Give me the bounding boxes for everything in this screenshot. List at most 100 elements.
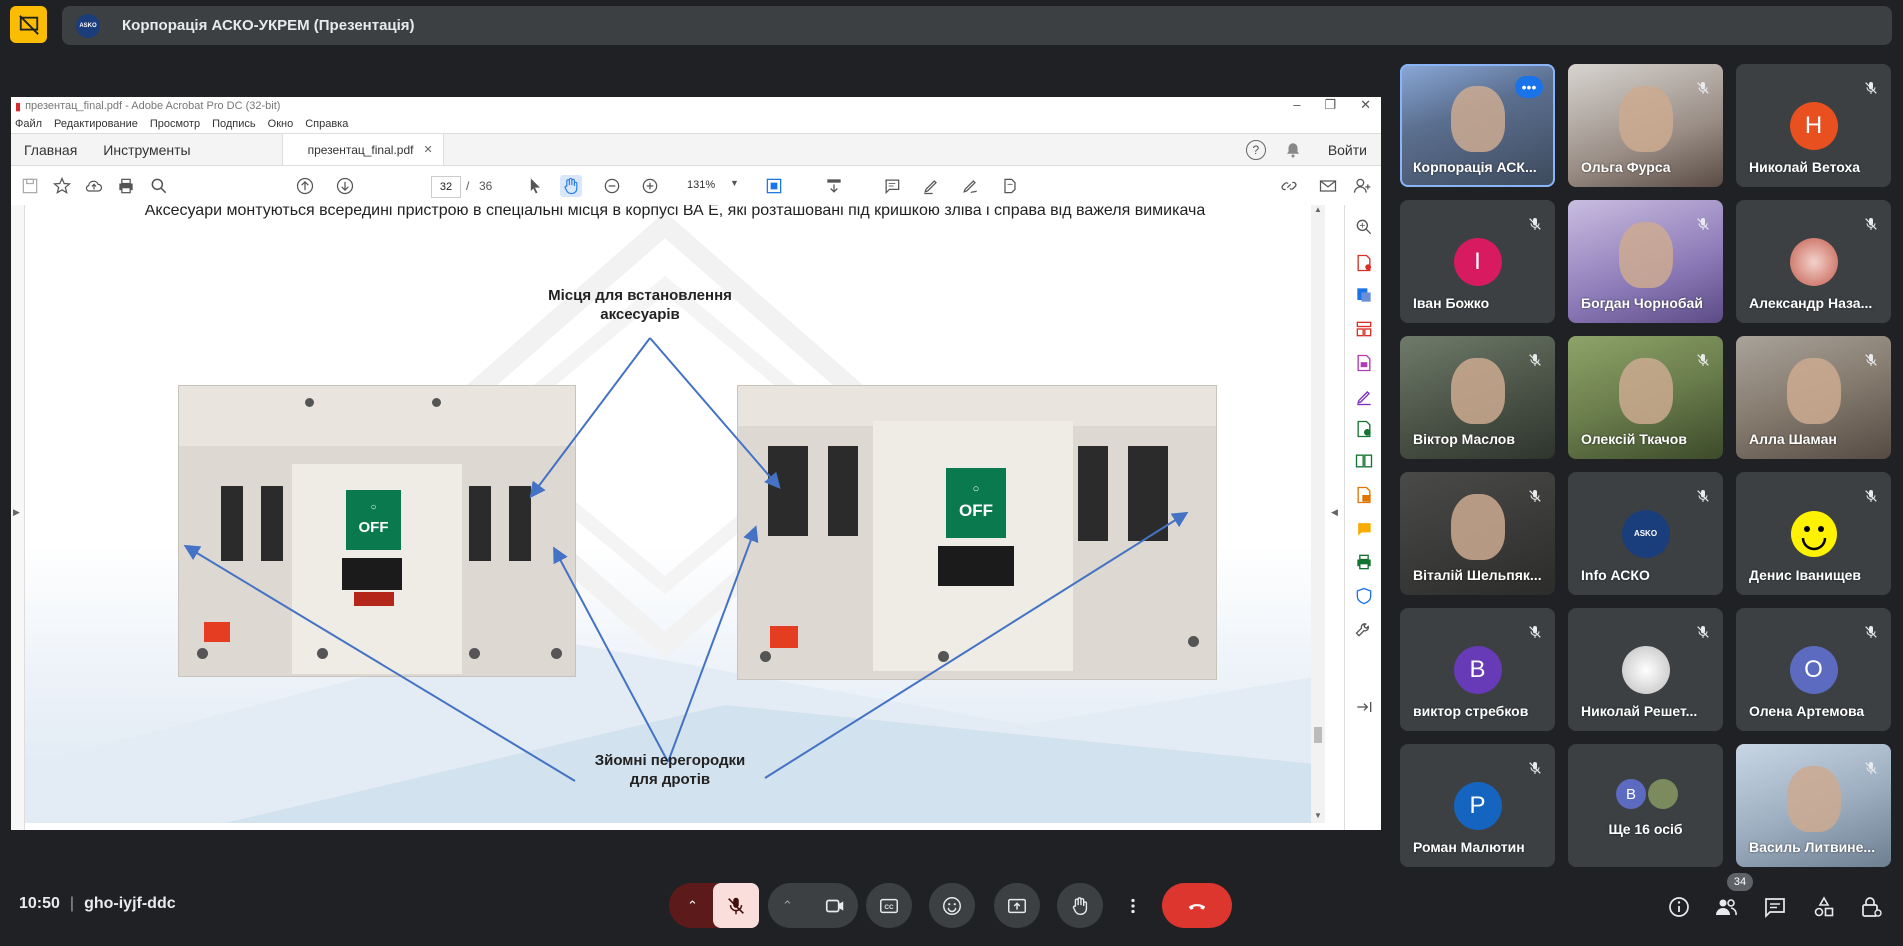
fill-sign-icon[interactable] [1354, 387, 1374, 407]
menu-view[interactable]: Просмотр [150, 118, 200, 130]
participant-video [1618, 222, 1673, 288]
highlight-pen-icon[interactable] [920, 175, 942, 197]
organize-pages-icon[interactable] [1354, 319, 1374, 339]
fit-page-icon[interactable] [763, 175, 785, 197]
sign-icon[interactable] [959, 175, 981, 197]
participant-tile[interactable]: Василь Литвине... [1736, 744, 1891, 867]
participant-tile[interactable]: Александр Наза... [1736, 200, 1891, 323]
participant-tile[interactable]: Віктор Маслов [1400, 336, 1555, 459]
host-controls-lock-icon[interactable] [1859, 895, 1883, 919]
collapse-right-panel-icon[interactable]: ◀ [1331, 507, 1338, 518]
zoom-level[interactable]: 131% [687, 179, 715, 191]
sign-in-button[interactable]: Войти [1328, 142, 1367, 158]
presentation-icon[interactable] [10, 6, 47, 43]
print-production-icon[interactable] [1354, 552, 1374, 572]
meeting-title: Корпорація АСКО-УКРЕМ (Презентація) [122, 17, 415, 34]
captions-button[interactable]: CC [866, 883, 912, 928]
tab-close-icon[interactable]: ✕ [423, 143, 432, 156]
restore-icon[interactable]: ❐ [1324, 97, 1336, 113]
reactions-button[interactable] [929, 883, 975, 928]
compare-files-icon[interactable] [1354, 451, 1374, 471]
export-pdf-icon[interactable] [1354, 253, 1374, 273]
participant-name: Ольга Фурса [1581, 159, 1671, 175]
email-icon[interactable] [1317, 175, 1339, 197]
menu-window[interactable]: Окно [268, 118, 294, 130]
participant-tile[interactable]: Алла Шаман [1736, 336, 1891, 459]
menu-help[interactable]: Справка [305, 118, 348, 130]
scan-ocr-icon[interactable] [1354, 485, 1374, 505]
raise-hand-button[interactable] [1057, 883, 1103, 928]
participant-tile[interactable]: О Олена Артемова [1736, 608, 1891, 731]
tab-document[interactable]: презентац_final.pdf ✕ [281, 133, 444, 165]
zoom-out-icon[interactable] [601, 175, 623, 197]
star-icon[interactable] [51, 175, 73, 197]
select-pointer-icon[interactable] [524, 175, 546, 197]
create-pdf-icon[interactable] [1354, 353, 1374, 373]
print-icon[interactable] [115, 175, 137, 197]
menu-sign[interactable]: Подпись [212, 118, 256, 130]
mic-options-chevron-icon[interactable]: ⌃ [687, 898, 698, 914]
camera-options-chevron-icon[interactable]: ⌃ [782, 898, 793, 914]
participant-tile[interactable]: І Іван Божко [1400, 200, 1555, 323]
people-icon[interactable] [1714, 895, 1738, 919]
participant-tile[interactable]: Богдан Чорнобай [1568, 200, 1723, 323]
menu-file[interactable]: Файл [15, 118, 42, 130]
participant-tile[interactable]: Николай Решет... [1568, 608, 1723, 731]
link-icon[interactable] [1278, 175, 1300, 197]
participant-tile[interactable]: Ольга Фурса [1568, 64, 1723, 187]
hand-tool-icon[interactable] [560, 175, 582, 197]
mic-toggle-button[interactable] [713, 883, 759, 928]
more-tools-icon[interactable] [1354, 619, 1374, 639]
close-icon[interactable]: ✕ [1360, 97, 1371, 113]
chat-icon[interactable] [1763, 895, 1787, 919]
scroll-down-icon[interactable]: ▼ [1314, 811, 1322, 820]
participant-tile[interactable]: Р Роман Малютин [1400, 744, 1555, 867]
scroll-up-icon[interactable]: ▲ [1314, 205, 1322, 214]
tile-options-icon[interactable]: ••• [1515, 76, 1543, 98]
more-options-button[interactable] [1110, 883, 1156, 928]
next-page-icon[interactable] [334, 175, 356, 197]
participant-tile[interactable]: Віталій Шельпяк... [1400, 472, 1555, 595]
comment-icon[interactable] [881, 175, 903, 197]
left-panel-toggle[interactable]: ▶ [11, 205, 25, 830]
share-user-icon[interactable] [1351, 175, 1373, 197]
vertical-scrollbar[interactable]: ▲ ▼ [1311, 205, 1325, 823]
zoom-in-icon[interactable] [639, 175, 661, 197]
minimize-icon[interactable]: – [1293, 97, 1300, 113]
menu-edit[interactable]: Редактирование [54, 118, 138, 130]
notification-bell-icon[interactable] [1284, 141, 1302, 159]
participant-tile[interactable]: ••• Корпорація АСК... [1400, 64, 1555, 187]
participant-tile[interactable]: Олексій Ткачов [1568, 336, 1723, 459]
comment-tool-icon[interactable] [1354, 519, 1374, 539]
send-review-icon[interactable] [1354, 419, 1374, 439]
search-icon[interactable] [148, 175, 170, 197]
cloud-upload-icon[interactable] [83, 175, 105, 197]
participant-tile[interactable]: Ввиктор стребков [1400, 608, 1555, 731]
participant-tile[interactable]: Н Николай Ветоха [1736, 64, 1891, 187]
scrollbar-thumb[interactable] [1314, 727, 1322, 743]
edit-pdf-icon[interactable] [1354, 285, 1374, 305]
leave-call-button[interactable] [1162, 883, 1232, 928]
mic-control-group: ⌃ [669, 883, 759, 928]
protect-shield-icon[interactable] [1354, 586, 1374, 606]
participant-name: Info АСКО [1581, 567, 1650, 583]
expand-left-icon[interactable]: ▶ [13, 507, 20, 518]
zoom-dropdown-icon[interactable]: ▼ [730, 178, 739, 188]
stamp-icon[interactable] [999, 175, 1021, 197]
camera-toggle-button[interactable] [812, 883, 858, 928]
tab-tools[interactable]: Инструменты [90, 142, 203, 165]
activities-icon[interactable] [1812, 895, 1836, 919]
present-screen-button[interactable] [994, 883, 1040, 928]
page-number-input[interactable]: 32 [431, 176, 461, 198]
expand-panel-icon[interactable] [1354, 697, 1374, 717]
help-icon[interactable]: ? [1245, 140, 1266, 160]
participant-tile[interactable]: Денис Іванищев [1736, 472, 1891, 595]
participant-tile[interactable]: ASKO Info АСКО [1568, 472, 1723, 595]
participant-tile[interactable]: В Ще 16 осіб [1568, 744, 1723, 867]
save-icon[interactable] [19, 175, 41, 197]
scroll-mode-icon[interactable] [823, 175, 845, 197]
previous-page-icon[interactable] [294, 175, 316, 197]
meeting-info-icon[interactable] [1667, 895, 1691, 919]
zoom-tool-icon[interactable] [1354, 217, 1374, 237]
tab-home[interactable]: Главная [11, 142, 90, 165]
